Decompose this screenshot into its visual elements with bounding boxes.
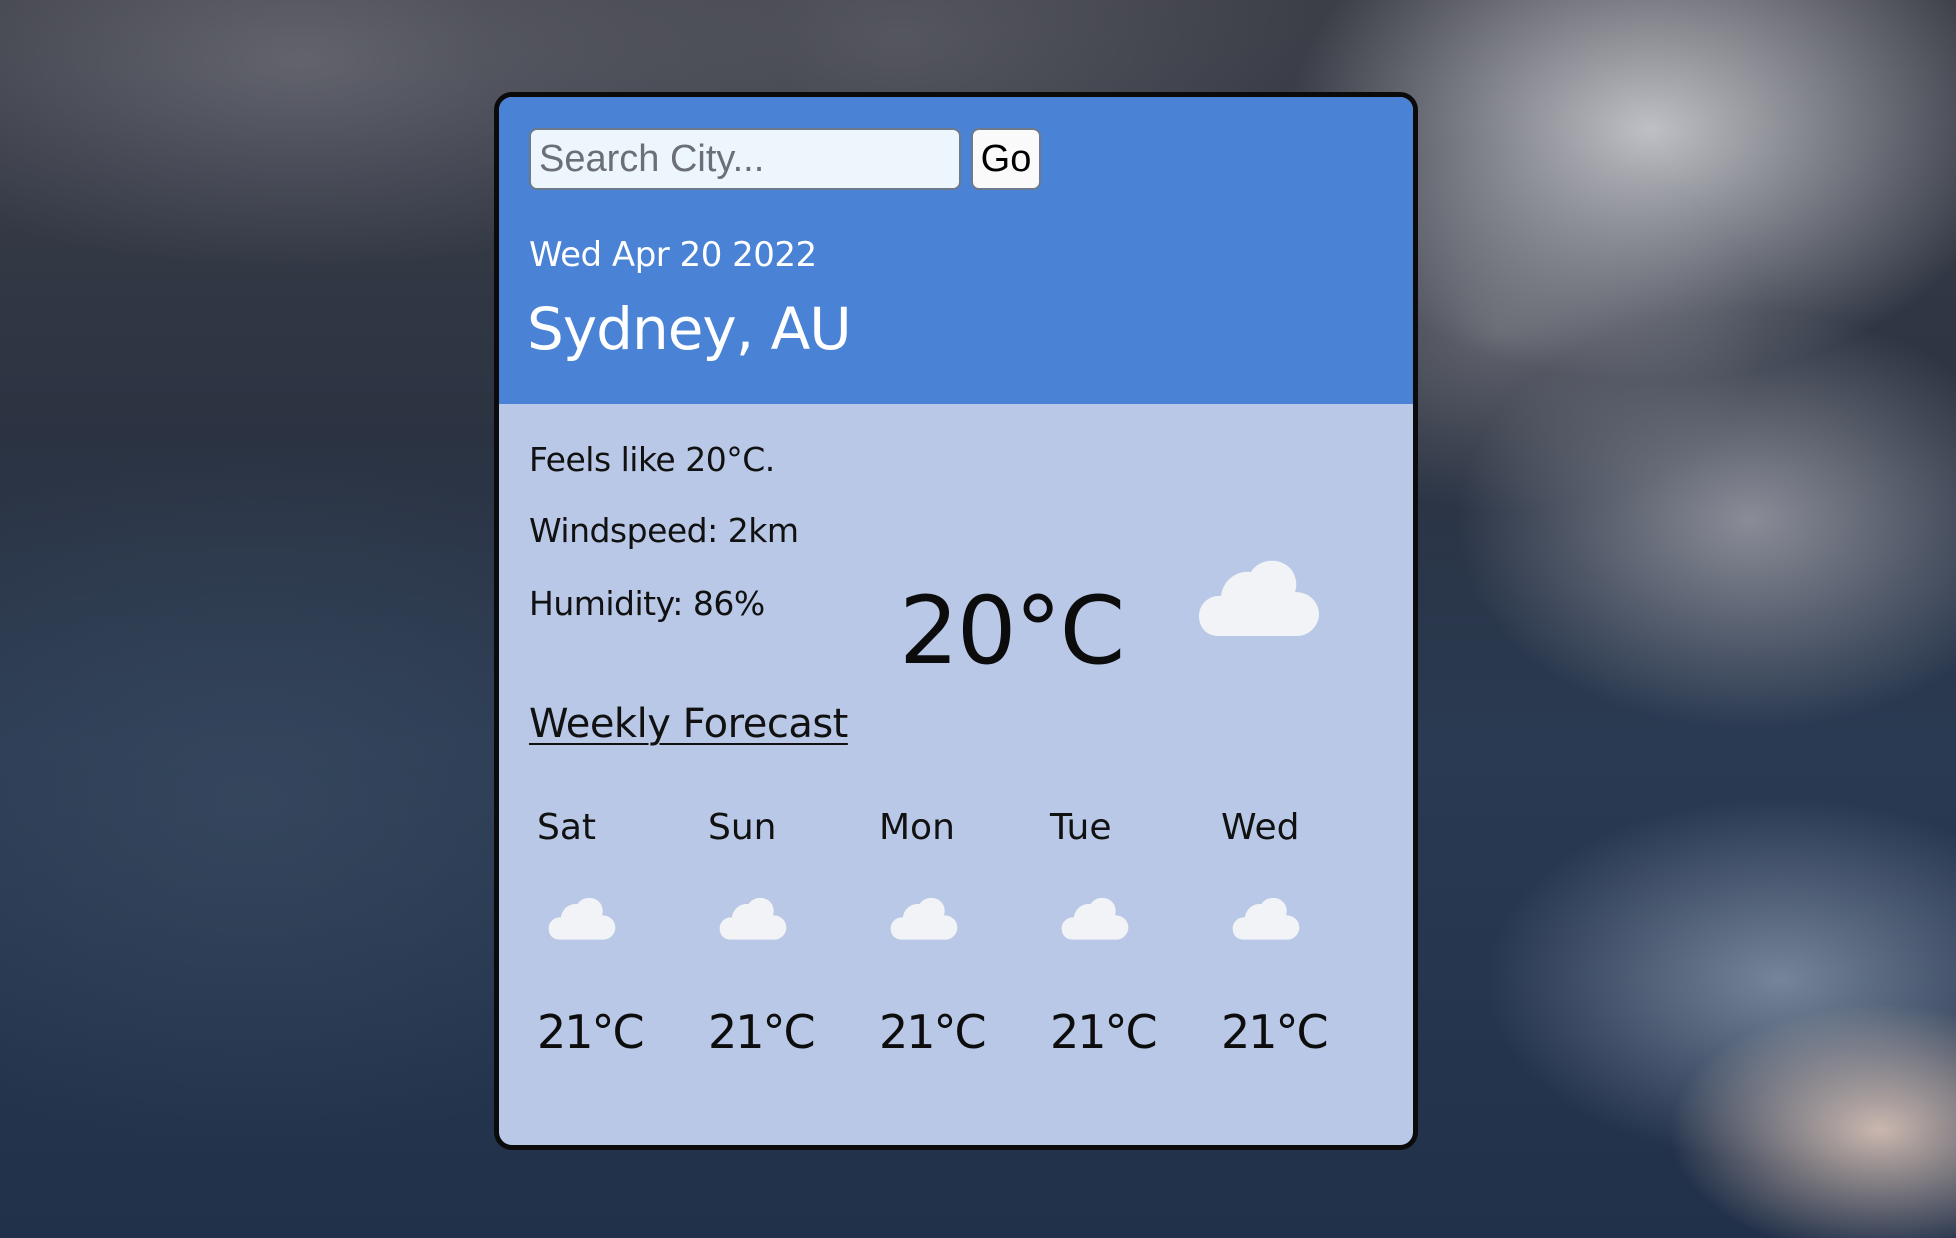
cloud-icon	[548, 897, 616, 940]
humidity: Humidity: 86%	[529, 584, 765, 623]
forecast-temperature: 21°C	[1050, 1005, 1158, 1059]
cloud-icon	[1232, 897, 1300, 940]
forecast-day: Wed 21°C	[1193, 807, 1353, 1137]
cloud-icon	[1061, 897, 1129, 940]
current-date: Wed Apr 20 2022	[529, 235, 817, 275]
cloud-icon	[890, 897, 958, 940]
forecast-day-name: Mon	[879, 807, 955, 848]
forecast-day: Sat 21°C	[509, 807, 669, 1137]
forecast-day: Mon 21°C	[851, 807, 1011, 1137]
location-title: Sydney, AU	[527, 295, 852, 363]
feels-like: Feels like 20°C.	[529, 440, 775, 479]
weather-header: Go Wed Apr 20 2022 Sydney, AU	[499, 97, 1413, 404]
weather-card: Go Wed Apr 20 2022 Sydney, AU Feels like…	[494, 92, 1418, 1150]
forecast-day-name: Sun	[708, 807, 777, 848]
forecast-temperature: 21°C	[879, 1005, 987, 1059]
forecast-day-name: Wed	[1221, 807, 1300, 848]
go-button[interactable]: Go	[971, 128, 1041, 190]
forecast-day-name: Tue	[1050, 807, 1112, 848]
forecast-temperature: 21°C	[1221, 1005, 1329, 1059]
windspeed: Windspeed: 2km	[529, 511, 799, 550]
search-input[interactable]	[529, 128, 961, 190]
cloud-icon	[719, 897, 787, 940]
forecast-day: Tue 21°C	[1022, 807, 1182, 1137]
forecast-temperature: 21°C	[537, 1005, 645, 1059]
forecast-day-name: Sat	[537, 807, 597, 848]
current-temperature: 20°C	[899, 577, 1125, 686]
forecast-temperature: 21°C	[708, 1005, 816, 1059]
cloud-icon	[1199, 560, 1319, 636]
forecast-day: Sun 21°C	[680, 807, 840, 1137]
weekly-forecast-title: Weekly Forecast	[529, 701, 848, 747]
